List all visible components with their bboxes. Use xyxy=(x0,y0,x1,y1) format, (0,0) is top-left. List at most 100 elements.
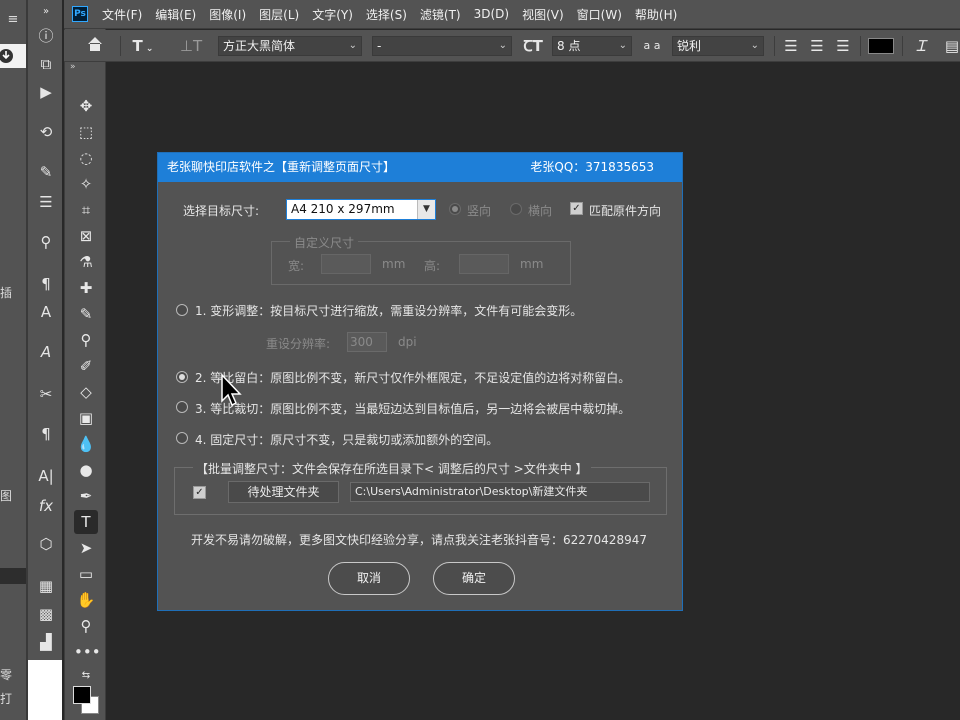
character-icon[interactable]: A| xyxy=(33,464,59,488)
character-styles-icon[interactable]: A xyxy=(33,300,59,324)
frame-tool-icon[interactable]: ⊠ xyxy=(74,224,98,248)
align-right-icon[interactable]: ☰ xyxy=(832,35,854,57)
rectangle-tool-icon[interactable]: ▭ xyxy=(74,562,98,586)
option1-radio[interactable] xyxy=(176,304,188,316)
resample-input[interactable]: 300 xyxy=(347,332,387,352)
lasso-tool-icon[interactable]: ◌ xyxy=(74,146,98,170)
option3-radio[interactable] xyxy=(176,401,188,413)
type-tool-icon[interactable]: T xyxy=(74,510,98,534)
foreground-color-swatch[interactable] xyxy=(73,686,91,704)
portrait-radio[interactable] xyxy=(449,203,461,215)
menu-file[interactable]: 文件(F) xyxy=(102,6,142,23)
menu-edit[interactable]: 编辑(E) xyxy=(155,6,196,23)
text-color-swatch[interactable] xyxy=(868,38,894,54)
menu-window[interactable]: 窗口(W) xyxy=(577,6,622,23)
menu-view[interactable]: 视图(V) xyxy=(522,6,564,23)
match-orientation-checkbox[interactable]: ✓ xyxy=(570,202,583,215)
folder-path-input[interactable]: C:\Users\Administrator\Desktop\新建文件夹 xyxy=(350,482,650,502)
mouse-cursor-icon xyxy=(221,373,242,407)
menu-help[interactable]: 帮助(H) xyxy=(635,6,677,23)
eraser-tool-icon[interactable]: ◇ xyxy=(74,380,98,404)
menu-type[interactable]: 文字(Y) xyxy=(312,6,353,23)
batch-checkbox[interactable]: ✓ xyxy=(193,486,206,499)
zoom-tool-icon[interactable]: ⚲ xyxy=(74,614,98,638)
menu-layer[interactable]: 图层(L) xyxy=(259,6,299,23)
chevron-down-icon: ⌄ xyxy=(348,40,357,51)
font-family-select[interactable]: 方正大黑简体 ⌄ xyxy=(218,36,362,56)
brush-settings-icon[interactable]: ✎ xyxy=(33,160,59,184)
layers-comp-icon[interactable]: ⧉ xyxy=(33,52,59,76)
paragraph-icon[interactable]: ¶ xyxy=(33,422,59,446)
target-size-select[interactable]: A4 210 x 297mm ▼ xyxy=(286,199,436,220)
menu-filter[interactable]: 滤镜(T) xyxy=(420,6,461,23)
font-style-select[interactable]: - ⌄ xyxy=(372,36,512,56)
eyedropper-icon[interactable]: ⚗ xyxy=(74,250,98,274)
menu-image[interactable]: 图像(I) xyxy=(209,6,246,23)
gradient-icon[interactable]: ▦ xyxy=(33,574,59,598)
fx-styles-icon[interactable]: fx xyxy=(33,494,59,518)
swatches-icon[interactable]: ▩ xyxy=(33,602,59,626)
anti-alias-select[interactable]: 锐利 ⌄ xyxy=(672,36,764,56)
option2-label: 2. 等比留白：原图比例不变，新尺寸仅作外框限定，不足设定值的边将对称留白。 xyxy=(195,371,631,385)
info-icon[interactable]: ⓘ xyxy=(33,24,59,48)
menu-lines-icon[interactable]: ≡ xyxy=(3,10,23,30)
pen-tool-icon[interactable]: ✒ xyxy=(74,484,98,508)
align-left-icon[interactable]: ☰ xyxy=(780,35,802,57)
move-tool-icon[interactable]: ✥ xyxy=(74,94,98,118)
vertical-type-icon[interactable]: ⊥T xyxy=(178,35,204,57)
width-input[interactable] xyxy=(321,254,371,274)
font-family-value: 方正大黑简体 xyxy=(223,39,296,53)
download-badge[interactable] xyxy=(0,44,26,68)
option4-radio[interactable] xyxy=(176,432,188,444)
landscape-radio[interactable] xyxy=(510,203,522,215)
option2-radio[interactable] xyxy=(176,371,188,383)
dialog-title-bar[interactable]: 老张聊快印店软件之【重新调整页面尺寸】 老张QQ：371835653 xyxy=(158,153,682,182)
clone-source-icon[interactable]: ⚲ xyxy=(33,230,59,254)
panel-icons-column: » ⓘ ⧉ ▶ ⟲ ✎ ☰ ⚲ ¶ A A ✂ ¶ A| fx ⬡ ▦ ▩ ▟ xyxy=(26,0,62,720)
glyphs-icon[interactable]: A xyxy=(33,340,59,364)
batch-title: 【批量调整尺寸：文件会保存在所选目录下< 调整后的尺寸 >文件夹中 】 xyxy=(193,460,591,477)
target-size-value: A4 210 x 297mm xyxy=(291,202,395,216)
histogram-icon[interactable]: ▟ xyxy=(33,630,59,654)
healing-brush-icon[interactable]: ✚ xyxy=(74,276,98,300)
pending-folder-button[interactable]: 待处理文件夹 xyxy=(228,481,339,503)
gradient-tool-icon[interactable]: ▣ xyxy=(74,406,98,430)
more-tools-icon[interactable]: ••• xyxy=(74,640,101,664)
crop-tool-icon[interactable]: ⌗ xyxy=(74,198,98,222)
paragraph-styles-icon[interactable]: ¶ xyxy=(33,272,59,296)
dodge-tool-icon[interactable]: ● xyxy=(74,458,98,482)
history-brush-icon[interactable]: ✐ xyxy=(74,354,98,378)
home-icon[interactable] xyxy=(82,35,108,57)
path-select-icon[interactable]: ➤ xyxy=(74,536,98,560)
dialog-qq: 老张QQ：371835653 xyxy=(530,160,654,174)
collapse-chevron-icon[interactable]: » xyxy=(33,0,59,24)
magic-wand-icon[interactable]: ✧ xyxy=(74,172,98,196)
stamp-tool-icon[interactable]: ⚲ xyxy=(74,328,98,352)
cancel-button[interactable]: 取消 xyxy=(328,562,410,595)
divider xyxy=(902,36,903,56)
warp-text-icon[interactable]: Ꮖ xyxy=(910,35,932,57)
divider xyxy=(860,36,861,56)
align-center-icon[interactable]: ☰ xyxy=(806,35,828,57)
toggle-panels-icon[interactable]: ▤ xyxy=(944,35,960,57)
swap-colors-icon[interactable]: ⇆ xyxy=(74,664,98,688)
menu-select[interactable]: 选择(S) xyxy=(366,6,407,23)
blur-tool-icon[interactable]: 💧 xyxy=(74,432,98,456)
footer-note[interactable]: 开发不易请勿破解，更多图文快印经验分享，请点我关注老张抖音号：622704289… xyxy=(191,531,647,548)
type-tool-preset-icon[interactable]: T ⌄ xyxy=(128,35,158,57)
ok-button[interactable]: 确定 xyxy=(433,562,515,595)
menu-3d[interactable]: 3D(D) xyxy=(474,7,509,21)
panel-white-area xyxy=(28,660,62,720)
anti-alias-value: 锐利 xyxy=(677,39,702,53)
font-size-select[interactable]: 8 点 ⌄ xyxy=(552,36,632,56)
tools-preset-icon[interactable]: ✂ xyxy=(33,382,59,406)
play-action-icon[interactable]: ▶ xyxy=(33,80,59,104)
hand-tool-icon[interactable]: ✋ xyxy=(74,588,98,612)
adjustments-icon[interactable]: ☰ xyxy=(33,190,59,214)
height-input[interactable] xyxy=(459,254,509,274)
tools-collapse-chevron-icon[interactable]: » xyxy=(64,62,106,76)
history-icon[interactable]: ⟲ xyxy=(33,120,59,144)
brush-tool-icon[interactable]: ✎ xyxy=(74,302,98,326)
marquee-tool-icon[interactable]: ⬚ xyxy=(74,120,98,144)
3d-cube-icon[interactable]: ⬡ xyxy=(33,532,59,556)
